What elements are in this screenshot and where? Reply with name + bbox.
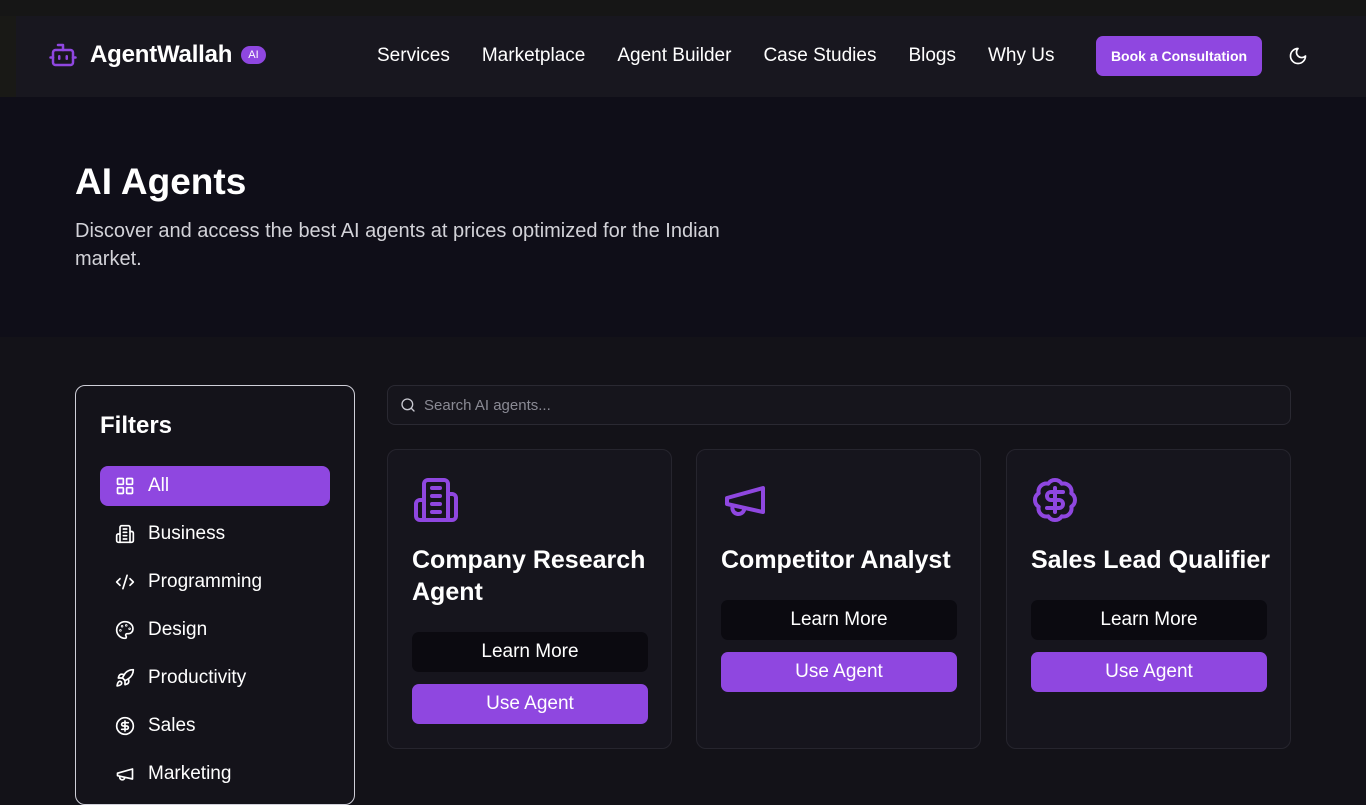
filters-panel: Filters All Business Programming Design … — [75, 385, 355, 805]
learn-more-button[interactable]: Learn More — [721, 600, 957, 640]
filter-label: Programming — [148, 571, 263, 592]
robot-icon — [49, 43, 77, 67]
card-title: Sales Lead Qualifier — [1031, 546, 1270, 574]
window-left-strip — [0, 16, 16, 97]
filter-programming[interactable]: Programming — [100, 562, 330, 602]
rocket-icon — [116, 668, 135, 687]
learn-more-button[interactable]: Learn More — [1031, 600, 1267, 640]
filter-label: Sales — [148, 715, 196, 736]
filter-sales[interactable]: Sales — [100, 706, 330, 746]
filter-marketing[interactable]: Marketing — [100, 754, 330, 794]
moon-icon[interactable] — [1288, 46, 1308, 66]
megaphone-icon — [725, 486, 765, 516]
book-consultation-button[interactable]: Book a Consultation — [1096, 36, 1262, 76]
agent-card-company-research: Company Research Agent Learn More Use Ag… — [387, 449, 672, 749]
filter-label: Marketing — [148, 763, 232, 784]
card-title: Company Research Agent — [412, 546, 646, 606]
dollar-circle-icon — [115, 716, 135, 736]
code-icon — [115, 574, 135, 590]
filter-label: Business — [148, 523, 226, 544]
filter-business[interactable]: Business — [100, 514, 330, 554]
nav-link-blogs[interactable]: Blogs — [908, 45, 956, 67]
window-top-strip — [0, 0, 1366, 16]
brand-name: AgentWallah — [90, 41, 233, 68]
megaphone-icon — [116, 768, 134, 781]
search-input[interactable] — [424, 396, 1264, 414]
nav-link-why-us[interactable]: Why Us — [988, 45, 1055, 67]
learn-more-button[interactable]: Learn More — [412, 632, 648, 672]
page-subtitle: Discover and access the best AI agents a… — [75, 220, 720, 270]
hero-section: AI Agents Discover and access the best A… — [0, 97, 1366, 337]
building-icon — [115, 524, 135, 544]
filter-productivity[interactable]: Productivity — [100, 658, 330, 698]
filter-label: Design — [148, 619, 208, 640]
filter-all[interactable]: All — [100, 466, 330, 506]
agent-card-sales-lead-qualifier: Sales Lead Qualifier Learn More Use Agen… — [1006, 449, 1291, 749]
card-title: Competitor Analyst — [721, 546, 951, 574]
search-icon — [401, 398, 415, 412]
building-icon — [414, 478, 458, 522]
filter-label: Productivity — [148, 667, 247, 688]
brand-logo[interactable]: AgentWallah AI — [48, 40, 266, 70]
nav-link-marketplace[interactable]: Marketplace — [482, 45, 586, 67]
filters-title: Filters — [100, 412, 173, 439]
filter-design[interactable]: Design — [100, 610, 330, 650]
use-agent-button[interactable]: Use Agent — [721, 652, 957, 692]
filter-label: All — [148, 475, 170, 496]
page-title: AI Agents — [75, 161, 247, 202]
navbar: AgentWallah AI Services Marketplace Agen… — [16, 16, 1366, 97]
nav-link-agent-builder[interactable]: Agent Builder — [617, 45, 731, 67]
brand-badge: AI — [241, 46, 266, 64]
use-agent-button[interactable]: Use Agent — [1031, 652, 1267, 692]
nav-link-services[interactable]: Services — [377, 45, 450, 67]
agent-card-competitor-analyst: Competitor Analyst Learn More Use Agent — [696, 449, 981, 749]
use-agent-button[interactable]: Use Agent — [412, 684, 648, 724]
dollar-badge-icon — [1033, 478, 1077, 522]
nav-links: Services Marketplace Agent Builder Case … — [377, 45, 1086, 67]
search-bar — [387, 385, 1291, 425]
palette-icon — [115, 620, 134, 640]
nav-link-case-studies[interactable]: Case Studies — [763, 45, 876, 67]
grid-icon — [116, 477, 134, 495]
